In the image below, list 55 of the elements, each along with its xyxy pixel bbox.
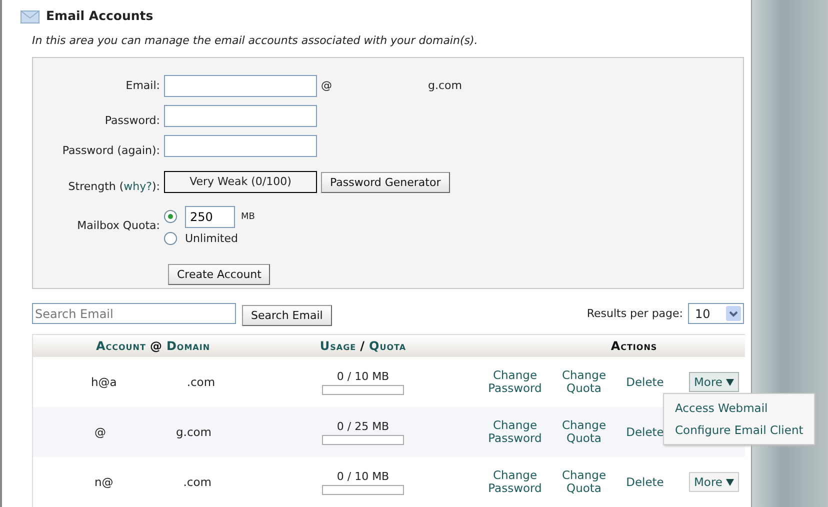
page-description: In this area you can manage the email accounts associated with your domain(s). <box>32 34 479 47</box>
column-header: @ <box>150 339 162 353</box>
quota-radio[interactable] <box>164 210 177 224</box>
quota-radio[interactable] <box>164 232 177 245</box>
account-cell-text: n@ .com <box>93 475 212 489</box>
account-cell-text: @ g.com <box>93 425 213 439</box>
change-password-link[interactable]: Change Password <box>477 369 553 395</box>
change-quota-link[interactable]: Change Quota <box>553 419 615 445</box>
usage-text: 0 / 10 MB <box>336 370 390 382</box>
delete-link[interactable]: Delete <box>615 376 675 388</box>
usage-text: 0 / 10 MB <box>336 470 390 482</box>
strength-label: ): <box>152 180 160 193</box>
page-title: Email Accounts <box>46 8 154 24</box>
menu-item[interactable]: Access Webmail <box>664 397 814 419</box>
more-button[interactable]: More <box>689 372 739 392</box>
mailbox-quota-label: Mailbox Quota: <box>76 219 161 232</box>
results-per-page-select[interactable]: 10 <box>688 303 744 324</box>
password-generator-button[interactable]: Password Generator <box>321 172 450 193</box>
envelope-icon <box>20 8 40 24</box>
change-password-link[interactable]: Change Password <box>477 469 553 495</box>
password-again-field[interactable] <box>164 134 317 157</box>
why-link[interactable]: why? <box>124 180 152 193</box>
usage-text: 0 / 25 MB <box>336 420 390 432</box>
sort-link[interactable]: Quota <box>369 339 406 353</box>
at-sign: @ <box>321 79 332 92</box>
change-quota-link[interactable]: Change Quota <box>553 369 615 395</box>
change-password-link[interactable]: Change Password <box>477 419 553 445</box>
dropdown-icon <box>726 306 741 321</box>
delete-link[interactable]: Delete <box>615 476 675 488</box>
caret-icon <box>726 478 734 486</box>
password-field[interactable] <box>164 104 317 127</box>
sort-link[interactable]: Usage <box>320 339 356 353</box>
more-button[interactable]: More <box>689 472 739 492</box>
domain-text: g.com <box>428 79 462 92</box>
account-cell-text: h@a .com <box>90 375 216 389</box>
sort-link[interactable]: Account <box>96 339 146 353</box>
password-again-label: Password (again): <box>61 144 161 157</box>
search-field[interactable]: Search Email <box>32 303 236 324</box>
column-header: Actions <box>610 339 658 353</box>
unit-label: MB <box>241 212 255 222</box>
strength-meter: Very Weak (0/100) <box>164 170 317 193</box>
menu-item[interactable]: Configure Email Client <box>664 419 814 441</box>
email-label: Email: <box>124 79 161 92</box>
quota-field[interactable]: 250 <box>185 206 235 228</box>
search-button[interactable]: Search Email <box>242 305 332 326</box>
unlimited-label: Unlimited <box>185 232 238 245</box>
strength-label: Strength ( <box>68 180 124 193</box>
column-header: / <box>360 339 366 353</box>
email-field[interactable] <box>164 74 317 97</box>
change-quota-link[interactable]: Change Quota <box>553 469 615 495</box>
password-label: Password: <box>104 114 161 127</box>
sort-link[interactable]: Domain <box>166 339 210 353</box>
results-per-page-label: Results per page: <box>586 307 683 320</box>
create-account-button[interactable]: Create Account <box>168 264 270 285</box>
caret-icon <box>726 378 734 386</box>
